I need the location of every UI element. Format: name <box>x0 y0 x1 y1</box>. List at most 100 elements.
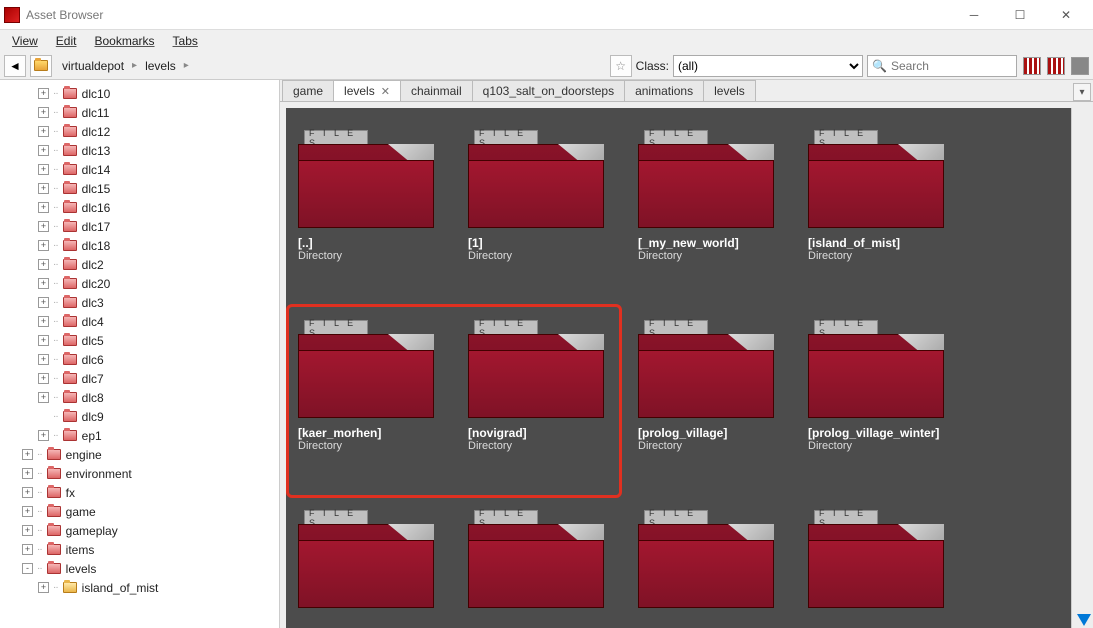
tree-expander[interactable]: + <box>38 392 49 403</box>
tree-expander[interactable]: + <box>22 449 33 460</box>
asset-folder[interactable]: F I L E S[..]Directory <box>292 126 460 294</box>
tree-expander[interactable]: + <box>38 259 49 270</box>
tree-item[interactable]: +··dlc11 <box>0 103 279 122</box>
tree-expander[interactable]: + <box>22 468 33 479</box>
asset-folder[interactable]: F I L E S <box>292 506 460 628</box>
tree-expander[interactable]: - <box>22 563 33 574</box>
menu-edit[interactable]: Edit <box>48 32 85 50</box>
asset-folder[interactable]: F I L E S <box>632 506 800 628</box>
view-mode-2-button[interactable] <box>1047 57 1065 75</box>
tab[interactable]: game <box>282 80 334 101</box>
maximize-button[interactable]: ☐ <box>997 0 1043 30</box>
tab[interactable]: q103_salt_on_doorsteps <box>472 80 625 101</box>
tree-item[interactable]: +··dlc3 <box>0 293 279 312</box>
tree-expander[interactable]: + <box>38 126 49 137</box>
menu-tabs[interactable]: Tabs <box>165 32 206 50</box>
tree-expander[interactable]: + <box>22 544 33 555</box>
favorite-button[interactable]: ☆ <box>610 55 632 77</box>
tree-expander[interactable]: + <box>38 582 49 593</box>
tree-item[interactable]: +··dlc20 <box>0 274 279 293</box>
asset-grid[interactable]: 游民攻略组 Wioud ▶ F I L E S[..]DirectoryF I … <box>286 108 1071 628</box>
minimize-button[interactable]: ─ <box>951 0 997 30</box>
tree-item[interactable]: +··dlc16 <box>0 198 279 217</box>
asset-folder[interactable]: F I L E S[prolog_village]Directory <box>632 316 800 484</box>
asset-folder[interactable]: F I L E S[1]Directory <box>462 126 630 294</box>
tree-expander[interactable]: + <box>22 525 33 536</box>
tree-item[interactable]: -··levels <box>0 559 279 578</box>
tab[interactable]: levels <box>703 80 756 101</box>
tree-expander[interactable]: + <box>38 278 49 289</box>
asset-folder[interactable]: F I L E S[_my_new_world]Directory <box>632 126 800 294</box>
tree-item[interactable]: +··dlc5 <box>0 331 279 350</box>
tree-item[interactable]: +··dlc2 <box>0 255 279 274</box>
tree-expander[interactable]: + <box>38 335 49 346</box>
tree-expander[interactable]: + <box>38 240 49 251</box>
search-input[interactable] <box>891 59 1001 73</box>
close-button[interactable]: ✕ <box>1043 0 1089 30</box>
asset-folder[interactable]: F I L E S <box>462 506 630 628</box>
class-select[interactable]: (all) <box>673 55 863 77</box>
tree-item-label: dlc12 <box>82 125 111 139</box>
tree-item[interactable]: +··dlc17 <box>0 217 279 236</box>
tree-item[interactable]: +··dlc4 <box>0 312 279 331</box>
tree-expander[interactable]: + <box>38 164 49 175</box>
tree-item[interactable]: +··gameplay <box>0 521 279 540</box>
asset-folder[interactable]: F I L E S[novigrad]Directory <box>462 316 630 484</box>
tree-guide: ·· <box>53 107 58 118</box>
view-mode-3-button[interactable] <box>1071 57 1089 75</box>
tab-overflow-button[interactable]: ▾ <box>1073 83 1091 101</box>
tree-expander[interactable]: + <box>38 183 49 194</box>
folder-large-icon: F I L E S <box>298 510 434 608</box>
tree-expander[interactable]: + <box>38 430 49 441</box>
tree-expander[interactable]: + <box>38 297 49 308</box>
tree-item[interactable]: +··dlc7 <box>0 369 279 388</box>
window-title: Asset Browser <box>26 8 951 22</box>
tree-item[interactable]: +··fx <box>0 483 279 502</box>
search-icon: 🔍 <box>872 59 887 73</box>
menu-bookmarks[interactable]: Bookmarks <box>86 32 162 50</box>
tree-expander[interactable]: + <box>22 506 33 517</box>
view-mode-1-button[interactable] <box>1023 57 1041 75</box>
tree-expander[interactable]: + <box>38 202 49 213</box>
tab[interactable]: animations <box>624 80 704 101</box>
tab-close-icon[interactable]: ✕ <box>381 85 390 98</box>
back-button[interactable]: ◄ <box>4 55 26 77</box>
asset-folder[interactable]: F I L E S <box>802 506 970 628</box>
tree-item[interactable]: +··dlc10 <box>0 84 279 103</box>
tree-item[interactable]: +··items <box>0 540 279 559</box>
tree-item[interactable]: +··dlc8 <box>0 388 279 407</box>
tree-expander[interactable]: + <box>38 107 49 118</box>
folder-open-button[interactable] <box>30 55 52 77</box>
tree-expander[interactable]: + <box>38 221 49 232</box>
tree-item[interactable]: +··dlc14 <box>0 160 279 179</box>
asset-folder[interactable]: F I L E S[prolog_village_winter]Director… <box>802 316 970 484</box>
breadcrumb[interactable]: virtualdepot ▸ levels ▸ <box>56 59 195 73</box>
tree-item[interactable]: +··dlc6 <box>0 350 279 369</box>
tree-view[interactable]: +··dlc10+··dlc11+··dlc12+··dlc13+··dlc14… <box>0 80 280 628</box>
breadcrumb-seg[interactable]: levels <box>145 59 176 73</box>
tree-expander[interactable]: + <box>38 88 49 99</box>
scrollbar-vertical[interactable] <box>1071 108 1087 628</box>
breadcrumb-seg[interactable]: virtualdepot <box>62 59 124 73</box>
tree-expander[interactable]: + <box>38 354 49 365</box>
tree-expander[interactable]: + <box>38 316 49 327</box>
tree-item[interactable]: +··dlc13 <box>0 141 279 160</box>
tree-item[interactable]: ··dlc9 <box>0 407 279 426</box>
tree-item[interactable]: +··dlc12 <box>0 122 279 141</box>
tree-expander[interactable]: + <box>22 487 33 498</box>
tree-item[interactable]: +··ep1 <box>0 426 279 445</box>
menu-view[interactable]: View <box>4 32 46 50</box>
tab[interactable]: chainmail <box>400 80 473 101</box>
asset-folder[interactable]: F I L E S[kaer_morhen]Directory <box>292 316 460 484</box>
tree-item[interactable]: +··game <box>0 502 279 521</box>
tree-item[interactable]: +··dlc18 <box>0 236 279 255</box>
tree-item-label: dlc20 <box>82 277 111 291</box>
tree-item[interactable]: +··dlc15 <box>0 179 279 198</box>
asset-folder[interactable]: F I L E S[island_of_mist]Directory <box>802 126 970 294</box>
tree-item[interactable]: +··island_of_mist <box>0 578 279 597</box>
tree-item[interactable]: +··engine <box>0 445 279 464</box>
tree-expander[interactable]: + <box>38 373 49 384</box>
tab[interactable]: levels✕ <box>333 80 401 101</box>
tree-item[interactable]: +··environment <box>0 464 279 483</box>
tree-expander[interactable]: + <box>38 145 49 156</box>
